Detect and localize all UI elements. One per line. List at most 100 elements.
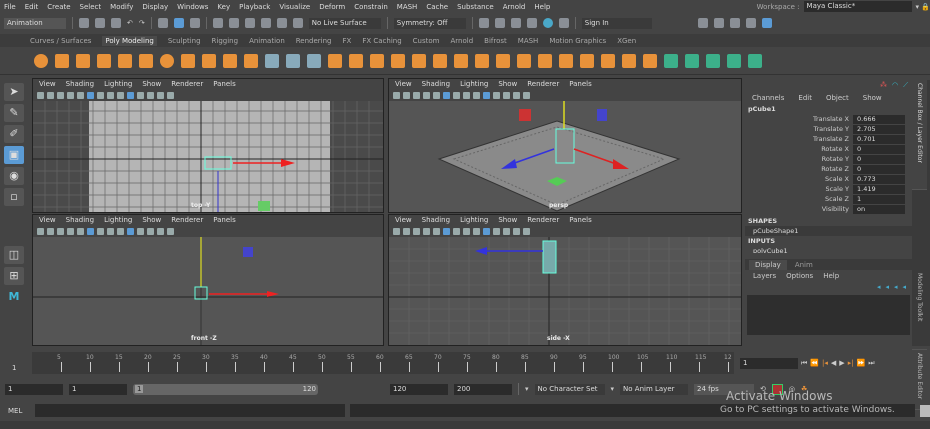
viewport-menu-lighting[interactable]: Lighting [104, 80, 132, 88]
image-plane-icon[interactable] [67, 227, 74, 235]
go-to-end-icon[interactable]: ⏭ [868, 359, 874, 368]
channel-attribute-row[interactable]: Translate Y 2.705 [745, 124, 912, 134]
lights-icon[interactable] [503, 227, 510, 235]
viewport-menu-renderer[interactable]: Renderer [171, 80, 203, 88]
viewport-menu-lighting[interactable]: Lighting [104, 216, 132, 224]
shelf-tab-sculpting[interactable]: Sculpting [168, 37, 201, 45]
menu-select[interactable]: Select [80, 3, 102, 11]
xray-icon[interactable] [523, 91, 530, 99]
viewport-menu-renderer[interactable]: Renderer [527, 216, 559, 224]
grid-icon[interactable] [433, 91, 440, 99]
channel-attribute-row[interactable]: Scale Y 1.419 [745, 184, 912, 194]
bridge-icon[interactable] [391, 53, 405, 68]
undo-icon[interactable]: ↶ [127, 19, 133, 27]
new-scene-icon[interactable] [79, 18, 89, 28]
svg-icon[interactable] [244, 53, 258, 68]
snap-surface-icon[interactable] [276, 18, 287, 28]
shelf-tab-poly-modeling[interactable]: Poly Modeling [102, 35, 157, 46]
new-layer-selected-icon[interactable]: ◂ [902, 283, 906, 291]
bookmark-icon[interactable] [57, 227, 64, 235]
viewport-front[interactable]: View Shading Lighting Show Renderer Pane… [32, 214, 384, 346]
uv-editor-icon[interactable] [664, 53, 678, 68]
viewport-menu-view[interactable]: View [39, 216, 56, 224]
cylindrical-map-icon[interactable] [727, 53, 741, 68]
smooth-icon[interactable] [307, 53, 321, 68]
channel-attribute-row[interactable]: Scale X 0.773 [745, 174, 912, 184]
grid-toggle-icon[interactable] [87, 227, 94, 235]
super-shape-icon[interactable] [202, 53, 216, 68]
poke-icon[interactable] [601, 53, 615, 68]
range-slider-end[interactable]: 120 [303, 385, 316, 393]
menu-playback[interactable]: Playback [239, 3, 270, 11]
shelf-tab-bifrost[interactable]: Bifrost [484, 37, 507, 45]
grid-icon[interactable] [77, 91, 84, 99]
menu-windows[interactable]: Windows [177, 3, 208, 11]
viewport-menu-shading[interactable]: Shading [66, 80, 94, 88]
grid-toggle-icon[interactable] [443, 227, 450, 235]
grid-toggle-icon[interactable] [87, 91, 94, 99]
magnet-icon[interactable]: ◠ [892, 81, 898, 89]
lasso-tool-icon[interactable]: ✎ [4, 104, 24, 122]
viewport-menu-view[interactable]: View [39, 80, 56, 88]
shelf-tab-mash[interactable]: MASH [518, 37, 539, 45]
shelf-tab-animation[interactable]: Animation [249, 37, 285, 45]
viewport-menu-renderer[interactable]: Renderer [527, 80, 559, 88]
grid-toggle-icon[interactable] [443, 91, 450, 99]
redo-icon[interactable]: ↷ [139, 19, 145, 27]
viewport-menu-shading[interactable]: Shading [66, 216, 94, 224]
smooth-shade-icon[interactable] [483, 91, 490, 99]
anim-layer-dropdown[interactable]: No Anim Layer [620, 383, 689, 395]
shelf-tab-custom[interactable]: Custom [413, 37, 440, 45]
shelf-tab-xgen[interactable]: XGen [617, 37, 636, 45]
shelf-tab-arnold[interactable]: Arnold [451, 37, 474, 45]
viewport-menu-show[interactable]: Show [498, 80, 517, 88]
move-layer-down-icon[interactable]: ◂ [885, 283, 889, 291]
rotate-tool-icon[interactable]: ◉ [4, 167, 24, 185]
textured-icon[interactable] [137, 91, 144, 99]
viewport-menu-renderer[interactable]: Renderer [171, 216, 203, 224]
platonic-solid-icon[interactable] [181, 53, 195, 68]
select-component-icon[interactable] [189, 18, 200, 28]
snap-view-icon[interactable] [260, 18, 271, 28]
current-frame-field[interactable]: 1 [740, 357, 798, 369]
insert-edge-loop-icon[interactable] [559, 53, 573, 68]
smooth-shade-icon[interactable] [127, 91, 134, 99]
film-gate-icon[interactable] [97, 227, 104, 235]
shelf-tab-rigging[interactable]: Rigging [212, 37, 239, 45]
range-slider[interactable]: 1 120 [133, 383, 318, 395]
channel-attribute-row[interactable]: Rotate X 0 [745, 144, 912, 154]
tab-anim[interactable]: Anim [789, 260, 819, 270]
camera-icon[interactable] [393, 227, 400, 235]
script-editor-icon[interactable] [920, 404, 930, 417]
menu-constrain[interactable]: Constrain [354, 3, 388, 11]
lights-icon[interactable] [147, 91, 154, 99]
camera-icon[interactable] [37, 91, 44, 99]
image-plane-icon[interactable] [67, 91, 74, 99]
channels-menu[interactable]: Channels [752, 94, 784, 102]
new-layer-icon[interactable]: ◂ [894, 283, 898, 291]
poly-torus-icon[interactable] [118, 53, 132, 68]
pin-icon[interactable]: ⟋ [903, 81, 908, 90]
viewport-menu-show[interactable]: Show [142, 216, 161, 224]
move-layer-up-icon[interactable]: ◂ [877, 283, 881, 291]
menu-mash[interactable]: MASH [397, 3, 418, 11]
resolution-gate-icon[interactable] [107, 91, 114, 99]
transform-icon[interactable]: ⁂ [880, 81, 887, 89]
live-surface-field[interactable]: No Live Surface [308, 17, 381, 29]
camera-attr-icon[interactable] [403, 91, 410, 99]
auto-map-icon[interactable] [706, 53, 720, 68]
help-menu[interactable]: Help [823, 272, 839, 280]
viewport-menu-show[interactable]: Show [142, 80, 161, 88]
textured-icon[interactable] [493, 91, 500, 99]
attribute-value[interactable]: 0 [853, 144, 905, 154]
viewport-top[interactable]: View Shading Lighting Show Renderer Pane… [32, 78, 384, 213]
menu-deform[interactable]: Deform [319, 3, 345, 11]
character-set-dropdown[interactable]: No Character Set [534, 383, 605, 395]
camera-attr-icon[interactable] [47, 91, 54, 99]
image-plane-icon[interactable] [423, 91, 430, 99]
lights-icon[interactable] [503, 91, 510, 99]
camera-icon[interactable] [37, 227, 44, 235]
go-to-start-icon[interactable]: ⏮ [801, 359, 807, 368]
time-slider[interactable]: 5 10 15 20 25 30 35 40 45 50 55 60 65 70 75 80 85 90 95 100… [32, 352, 734, 374]
viewport-persp[interactable]: View Shading Lighting Show Renderer Pane… [388, 78, 742, 213]
